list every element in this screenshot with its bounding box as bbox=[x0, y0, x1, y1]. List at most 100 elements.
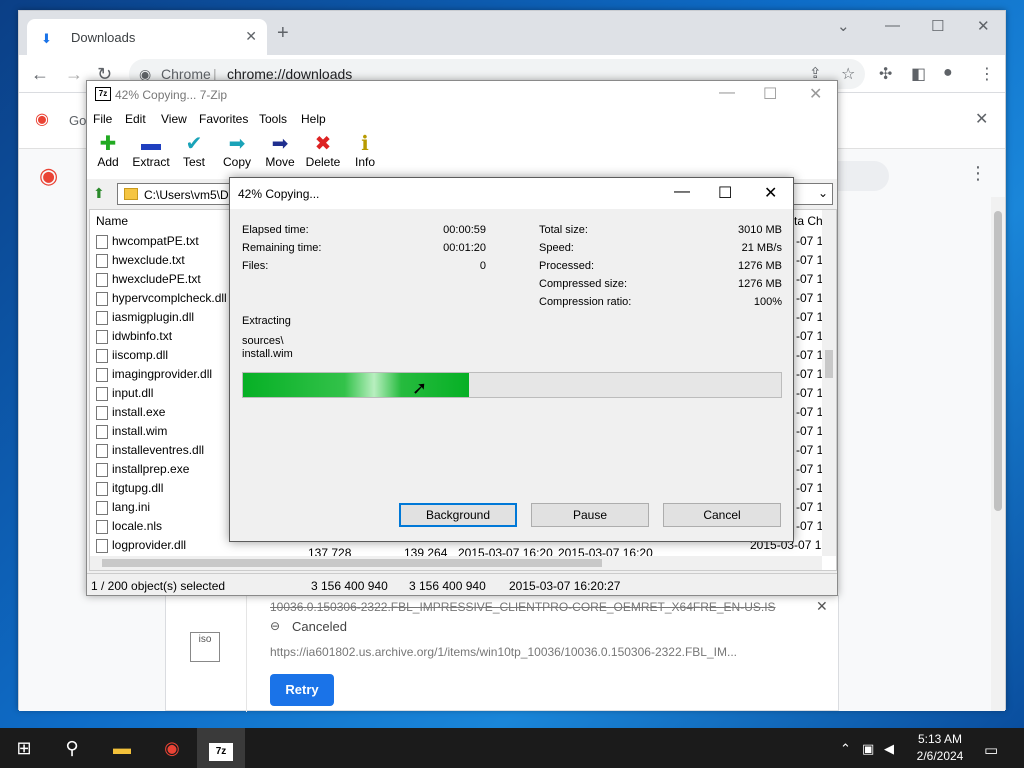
close-button[interactable]: ✕ bbox=[977, 17, 990, 35]
menu-tools[interactable]: Tools bbox=[259, 112, 287, 126]
minimize-button[interactable]: — bbox=[885, 17, 900, 34]
list-vscroll-thumb[interactable] bbox=[825, 350, 833, 378]
download-url[interactable]: https://ia601802.us.archive.org/1/items/… bbox=[270, 645, 737, 659]
path-dropdown-icon[interactable]: ⌄ bbox=[818, 186, 828, 200]
file-row[interactable]: iiscomp.dll bbox=[96, 348, 168, 367]
menu-file[interactable]: File bbox=[93, 112, 112, 126]
file-row[interactable]: lang.ini bbox=[96, 500, 150, 519]
list-hscroll[interactable] bbox=[90, 556, 822, 570]
close-banner-icon[interactable]: ✕ bbox=[975, 109, 988, 129]
menu-view[interactable]: View bbox=[161, 112, 187, 126]
extract-label: Extract bbox=[132, 155, 170, 169]
menu-edit[interactable]: Edit bbox=[125, 112, 146, 126]
chrome-tab-strip: ⬇ Downloads ✕ + ⌄ — ☐ ✕ bbox=[19, 11, 1005, 55]
new-tab-button[interactable]: + bbox=[277, 23, 289, 43]
delete-button[interactable]: ✖ Delete bbox=[305, 133, 341, 169]
menu-favorites[interactable]: Favorites bbox=[199, 112, 248, 126]
close-button[interactable]: ✕ bbox=[809, 84, 822, 104]
test-button[interactable]: ✔ Test bbox=[181, 133, 207, 169]
volume-muted-icon[interactable]: ◀ bbox=[884, 741, 894, 757]
remove-download-icon[interactable]: ✕ bbox=[816, 598, 828, 615]
column-name[interactable]: Name bbox=[96, 214, 128, 228]
list-hscroll-thumb[interactable] bbox=[102, 559, 602, 567]
file-row[interactable]: input.dll bbox=[96, 386, 153, 405]
close-button[interactable]: ✕ bbox=[764, 183, 777, 203]
info-button[interactable]: ℹ Info bbox=[353, 133, 377, 169]
file-row-date: -07 1 bbox=[796, 405, 824, 419]
network-icon[interactable]: ▣ bbox=[862, 741, 874, 757]
file-row[interactable]: idwbinfo.txt bbox=[96, 329, 172, 348]
file-icon bbox=[96, 272, 108, 287]
file-row[interactable]: hypervcomplcheck.dll bbox=[96, 291, 227, 310]
file-row[interactable]: itgtupg.dll bbox=[96, 481, 163, 500]
progress-bar bbox=[242, 372, 782, 398]
7zip-title: 42% Copying... 7-Zip bbox=[115, 88, 228, 102]
add-button[interactable]: ✚ Add bbox=[95, 133, 121, 169]
operation-label: Extracting bbox=[242, 315, 291, 327]
pause-button[interactable]: Pause bbox=[531, 503, 649, 527]
processed-value: 1276 MB bbox=[737, 260, 782, 272]
file-row[interactable]: logprovider.dll bbox=[96, 538, 186, 557]
folder-icon: ▬ bbox=[113, 738, 131, 758]
menu-help[interactable]: Help bbox=[301, 112, 326, 126]
search-button[interactable]: ⚲ bbox=[48, 728, 96, 768]
file-name: install.exe bbox=[112, 405, 166, 419]
tray-chevron-icon[interactable]: ⌃ bbox=[840, 741, 851, 757]
file-row[interactable]: hwexcludePE.txt bbox=[96, 272, 201, 291]
file-row-date: -07 1 bbox=[796, 443, 824, 457]
file-row[interactable]: installprep.exe bbox=[96, 462, 189, 481]
up-folder-icon[interactable]: ⬆ bbox=[93, 185, 105, 202]
cancel-button[interactable]: Cancel bbox=[663, 503, 781, 527]
extensions-icon[interactable]: ✣ bbox=[879, 64, 892, 84]
back-icon[interactable]: ← bbox=[31, 64, 49, 85]
retry-button[interactable]: Retry bbox=[270, 674, 334, 706]
file-icon bbox=[96, 443, 108, 458]
file-row[interactable]: install.exe bbox=[96, 405, 165, 424]
extract-button[interactable]: ▬ Extract bbox=[131, 133, 171, 169]
chrome-taskbar-button[interactable]: ◉ bbox=[148, 728, 196, 768]
profile-icon[interactable]: ● bbox=[943, 64, 953, 82]
file-icon bbox=[96, 405, 108, 420]
side-panel-icon[interactable]: ◧ bbox=[911, 64, 926, 84]
tab-downloads[interactable]: ⬇ Downloads ✕ bbox=[27, 19, 267, 55]
file-row-date: -07 1 bbox=[796, 234, 824, 248]
start-button[interactable]: ⊞ bbox=[0, 728, 48, 768]
maximize-button[interactable]: ☐ bbox=[718, 183, 732, 203]
forward-icon[interactable]: → bbox=[65, 64, 83, 85]
background-button[interactable]: Background bbox=[399, 503, 517, 527]
maximize-button[interactable]: ☐ bbox=[931, 17, 944, 35]
more-menu-icon[interactable]: ⋮ bbox=[969, 163, 987, 184]
bookmark-star-icon[interactable]: ☆ bbox=[841, 64, 855, 84]
minimize-button[interactable]: — bbox=[719, 84, 735, 102]
maximize-button[interactable]: ☐ bbox=[763, 84, 777, 104]
clock[interactable]: 5:13 AM 2/6/2024 bbox=[902, 731, 978, 765]
file-row[interactable]: installeventres.dll bbox=[96, 443, 204, 462]
file-row[interactable]: hwcompatPE.txt bbox=[96, 234, 199, 253]
file-row[interactable]: imagingprovider.dll bbox=[96, 367, 212, 386]
menu-icon[interactable]: ⋮ bbox=[979, 64, 995, 84]
move-button[interactable]: ➡ Move bbox=[263, 133, 297, 169]
7zip-titlebar: 7z 42% Copying... 7-Zip — ☐ ✕ bbox=[87, 81, 837, 109]
file-row[interactable]: hwexclude.txt bbox=[96, 253, 185, 272]
move-label: Move bbox=[265, 155, 295, 169]
file-row[interactable]: iasmigplugin.dll bbox=[96, 310, 194, 329]
progress-fill bbox=[243, 373, 469, 397]
page-scrollbar[interactable] bbox=[991, 197, 1005, 711]
column-right-header[interactable]: ta Ch bbox=[794, 214, 823, 228]
remaining-value: 00:01:20 bbox=[443, 242, 486, 254]
file-row[interactable]: locale.nls bbox=[96, 519, 162, 538]
minimize-button[interactable]: — bbox=[674, 183, 690, 201]
status-selected: 1 / 200 object(s) selected bbox=[91, 579, 226, 593]
close-tab-icon[interactable]: ✕ bbox=[245, 28, 257, 45]
files-label: Files: bbox=[242, 260, 269, 272]
file-explorer-button[interactable]: ▬ bbox=[98, 728, 146, 768]
download-filename[interactable]: 10036.0.150306-2322.FBL_IMPRESSIVE_CLIEN… bbox=[270, 600, 776, 614]
tab-search-icon[interactable]: ⌄ bbox=[837, 17, 850, 35]
file-row[interactable]: install.wim bbox=[96, 424, 167, 443]
scrollbar-thumb[interactable] bbox=[994, 211, 1002, 511]
notifications-icon[interactable]: ▭ bbox=[984, 741, 998, 759]
copy-button[interactable]: ➡ Copy bbox=[221, 133, 253, 169]
7zip-taskbar-button[interactable]: 7z bbox=[197, 728, 245, 768]
list-vscroll[interactable] bbox=[822, 210, 836, 556]
7zip-icon: 7z bbox=[209, 743, 233, 761]
